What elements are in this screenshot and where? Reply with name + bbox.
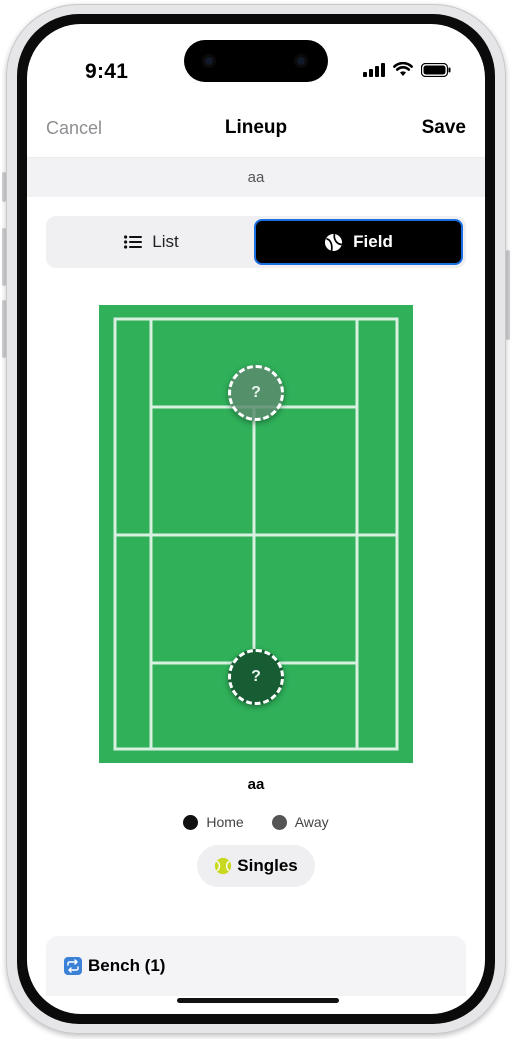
home-player-slot[interactable]: ? <box>228 649 284 705</box>
repeat-icon <box>64 957 82 975</box>
power-button <box>506 250 510 340</box>
team-legend: Home Away <box>27 814 485 830</box>
home-player-label: ? <box>251 668 261 685</box>
field-view-label: Field <box>353 232 393 251</box>
format-label: Singles <box>237 856 298 875</box>
status-icons <box>363 62 451 77</box>
save-button[interactable]: Save <box>422 117 466 139</box>
battery-icon <box>421 62 451 77</box>
page-title: Lineup <box>224 117 288 138</box>
legend-home: Home <box>183 814 244 830</box>
view-toggle: List Field <box>46 216 466 268</box>
home-indicator[interactable] <box>177 998 339 1003</box>
away-player-slot[interactable]: ? <box>228 365 284 421</box>
screen: 9:41 Cancel Lineup Save aa List Field ? … <box>27 24 485 1014</box>
away-player-label: ? <box>251 384 261 401</box>
away-dot-icon <box>271 814 287 830</box>
court-caption: aa <box>247 776 265 793</box>
legend-away-label: Away <box>294 814 329 830</box>
ball-icon <box>325 233 343 251</box>
list-view-label: List <box>152 232 179 251</box>
bench-title: Bench (1) <box>88 956 166 975</box>
status-time: 9:41 <box>85 60 129 83</box>
list-view-tab[interactable]: List <box>49 219 254 265</box>
legend-home-label: Home <box>206 814 244 830</box>
phone-bezel: 9:41 Cancel Lineup Save aa List Field ? … <box>17 14 495 1024</box>
camera-icon <box>202 54 216 68</box>
bench-header: Bench (1) <box>64 956 165 976</box>
sensor-icon <box>294 54 308 68</box>
list-icon <box>124 235 143 249</box>
lineup-subtitle: aa <box>27 157 485 197</box>
phone-frame: 9:41 Cancel Lineup Save aa List Field ? … <box>6 4 506 1034</box>
lineup-subtitle-text: aa <box>247 169 265 186</box>
wifi-icon <box>393 62 413 76</box>
dynamic-island <box>184 40 328 82</box>
format-pill[interactable]: Singles <box>197 845 315 887</box>
signal-icon <box>363 62 385 77</box>
field-view-tab[interactable]: Field <box>254 219 463 265</box>
tennis-ball-icon <box>215 857 232 875</box>
legend-away: Away <box>271 814 329 830</box>
bench-section[interactable]: Bench (1) <box>46 936 466 996</box>
home-dot-icon <box>183 814 199 830</box>
tennis-court: ? ? <box>99 305 413 763</box>
